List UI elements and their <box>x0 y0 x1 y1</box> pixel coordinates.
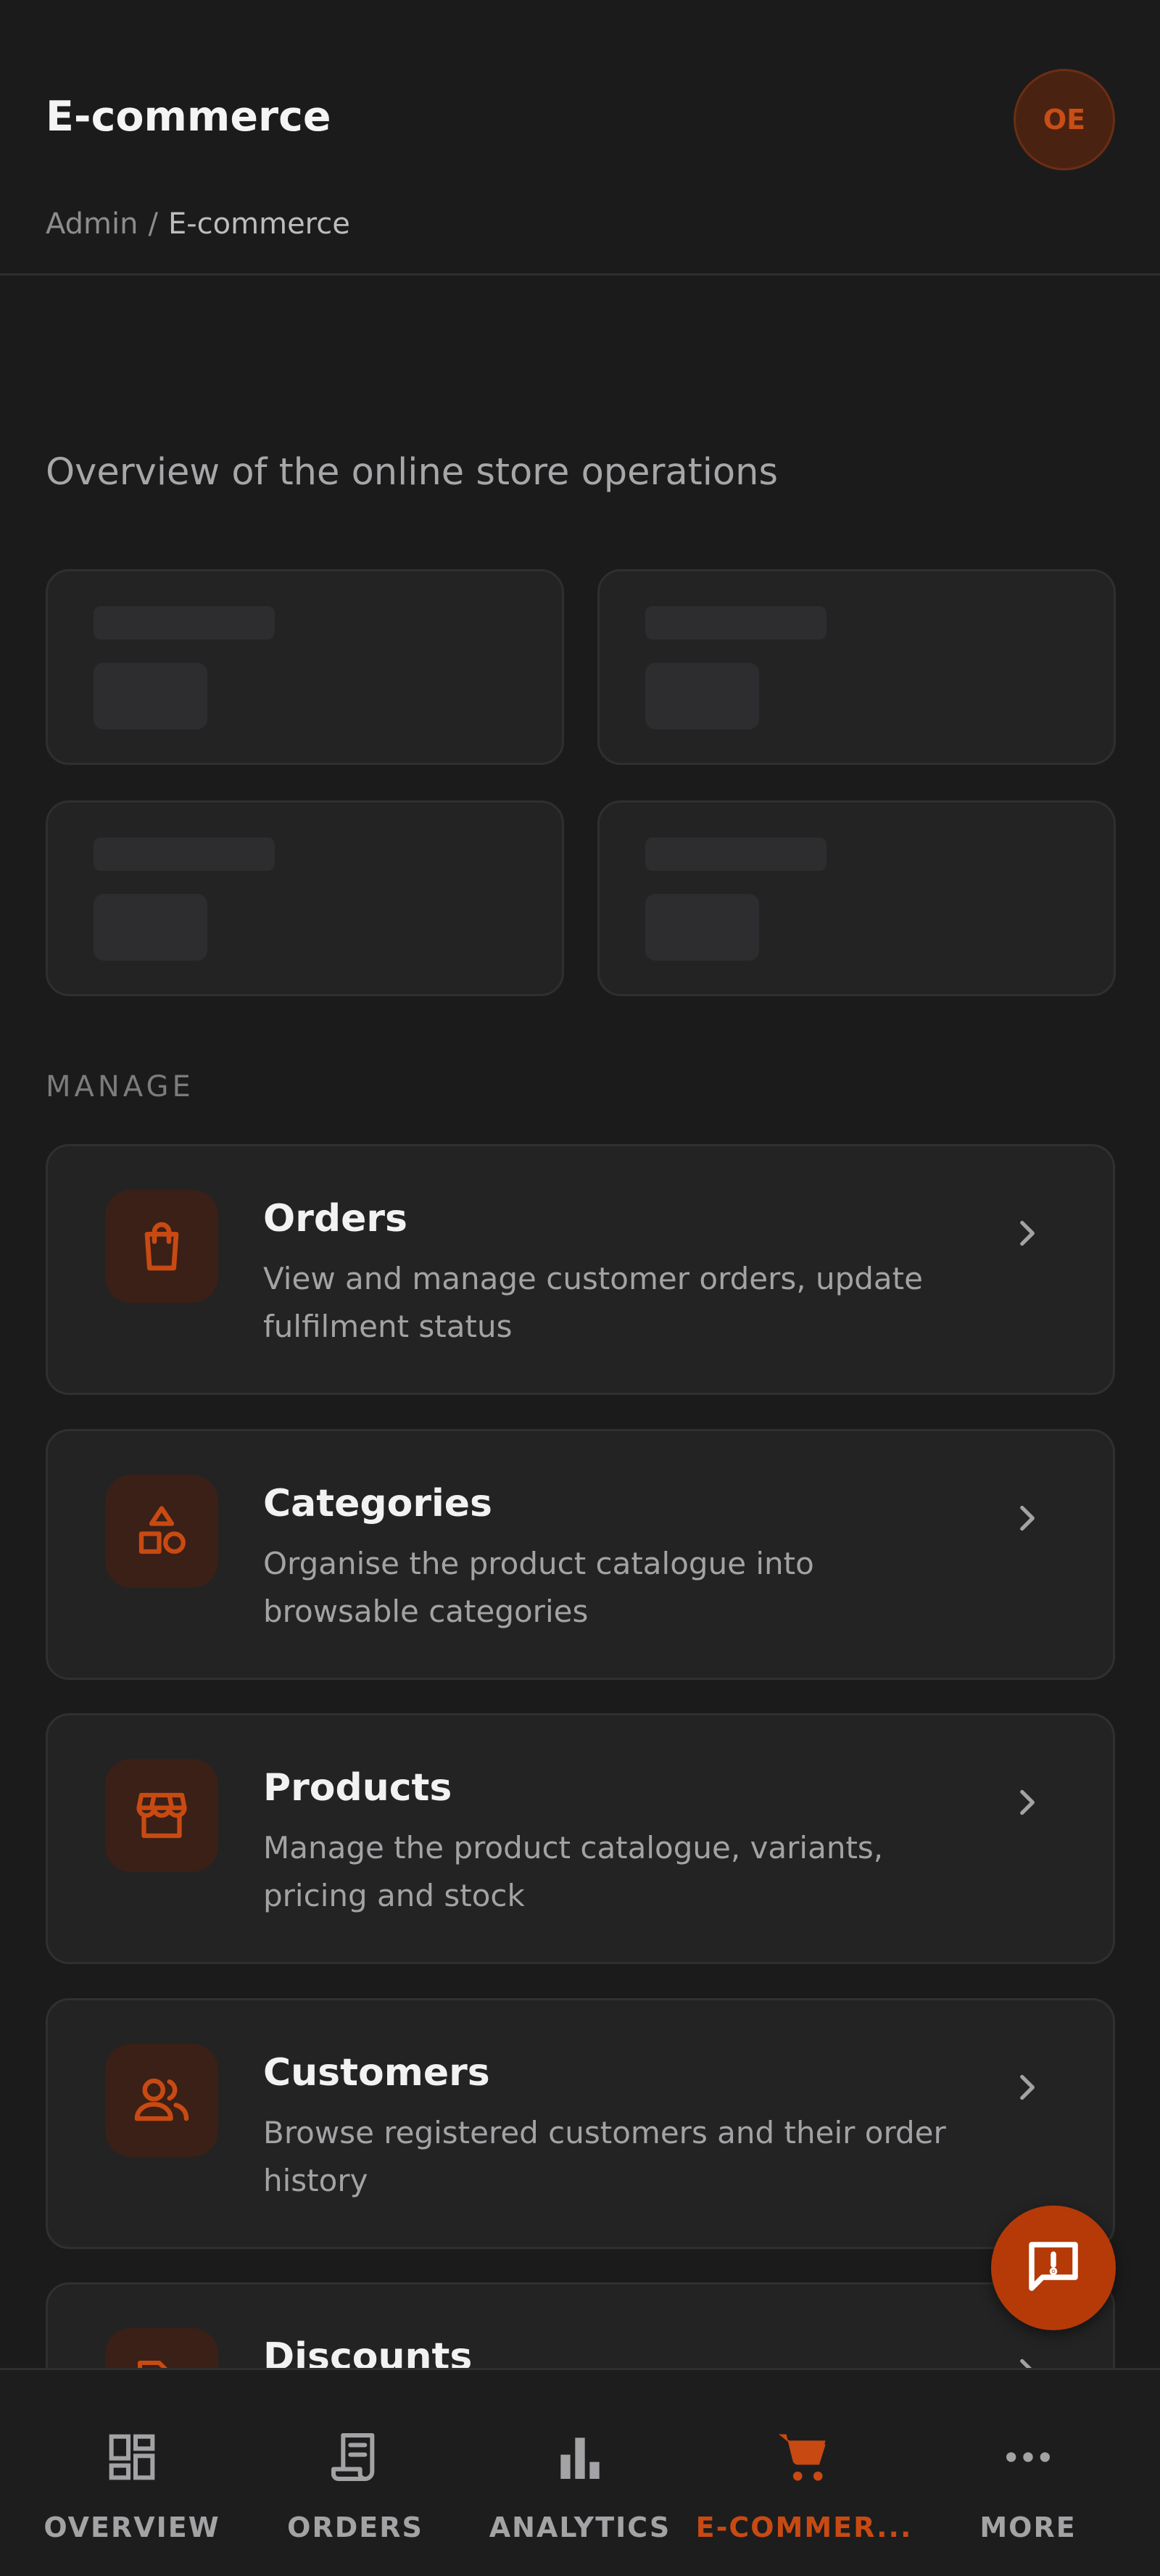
skeleton-value <box>645 663 759 729</box>
stat-card-skeleton <box>46 800 564 996</box>
feedback-icon <box>1021 2234 1086 2302</box>
chevron-right-icon <box>1005 1212 1048 1255</box>
storefront-icon <box>105 1759 218 1872</box>
skeleton-value <box>645 894 759 961</box>
manage-card-title: Categories <box>263 1482 493 1525</box>
manage-card-description: Manage the product catalogue, variants, … <box>263 1830 884 1913</box>
stat-card-skeleton <box>597 800 1116 996</box>
skeleton-value <box>94 663 207 729</box>
chevron-right-icon <box>1005 2066 1048 2109</box>
more-icon <box>916 2424 1140 2490</box>
avatar-initials: OE <box>1043 104 1086 136</box>
skeleton-value <box>94 894 207 961</box>
users-icon <box>105 2044 218 2157</box>
receipt-icon <box>243 2424 468 2490</box>
skeleton-label <box>94 606 275 639</box>
manage-card-title: Orders <box>263 1197 407 1241</box>
skeleton-label <box>645 837 826 871</box>
bottom-navigation: OVERVIEW ORDERS ANALYTICS E-COMMER... MO… <box>0 2368 1160 2576</box>
manage-card-customers[interactable]: Customers Browse registered customers an… <box>46 1998 1115 2249</box>
chevron-right-icon <box>1005 1781 1048 1824</box>
breadcrumb-root[interactable]: Admin <box>46 207 138 241</box>
shapes-icon <box>105 1475 218 1588</box>
manage-card-title: Customers <box>263 2051 490 2095</box>
nav-item-more[interactable]: MORE <box>916 2370 1140 2576</box>
feedback-button[interactable] <box>991 2206 1116 2330</box>
nav-label: OVERVIEW <box>44 2511 220 2543</box>
manage-card-description: Organise the product catalogue into brow… <box>263 1546 814 1629</box>
nav-label: ORDERS <box>287 2511 423 2543</box>
manage-card-products[interactable]: Products Manage the product catalogue, v… <box>46 1713 1115 1964</box>
shopping-bag-icon <box>105 1190 218 1303</box>
stat-card-skeleton <box>597 569 1116 765</box>
manage-card-description: View and manage customer orders, update … <box>263 1261 923 1344</box>
breadcrumb: Admin / E-commerce <box>46 207 350 241</box>
page-description: Overview of the online store operations <box>46 451 779 494</box>
nav-label: ANALYTICS <box>489 2511 671 2543</box>
dashboard-icon <box>20 2424 244 2490</box>
bar-chart-icon <box>468 2424 692 2490</box>
chevron-right-icon <box>1005 1496 1048 1540</box>
avatar[interactable]: OE <box>1014 69 1115 170</box>
nav-item-orders[interactable]: ORDERS <box>243 2370 468 2576</box>
app-header: E-commerce OE Admin / E-commerce <box>0 0 1160 276</box>
breadcrumb-current: E-commerce <box>167 207 350 241</box>
nav-item-overview[interactable]: OVERVIEW <box>20 2370 244 2576</box>
skeleton-label <box>94 837 275 871</box>
breadcrumb-separator: / <box>148 207 158 241</box>
page-title: E-commerce <box>46 93 331 141</box>
cart-icon <box>692 2424 916 2490</box>
stat-card-skeleton <box>46 569 564 765</box>
manage-card-categories[interactable]: Categories Organise the product catalogu… <box>46 1429 1115 1680</box>
nav-label: MORE <box>979 2511 1077 2543</box>
skeleton-label <box>645 606 826 639</box>
manage-card-title: Products <box>263 1766 452 1810</box>
manage-card-description: Browse registered customers and their or… <box>263 2115 946 2198</box>
manage-card-orders[interactable]: Orders View and manage customer orders, … <box>46 1144 1115 1395</box>
nav-label: E-COMMER... <box>695 2511 913 2543</box>
nav-item-analytics[interactable]: ANALYTICS <box>468 2370 692 2576</box>
nav-item-ecommerce[interactable]: E-COMMER... <box>692 2370 916 2576</box>
section-label-manage: MANAGE <box>46 1070 194 1103</box>
